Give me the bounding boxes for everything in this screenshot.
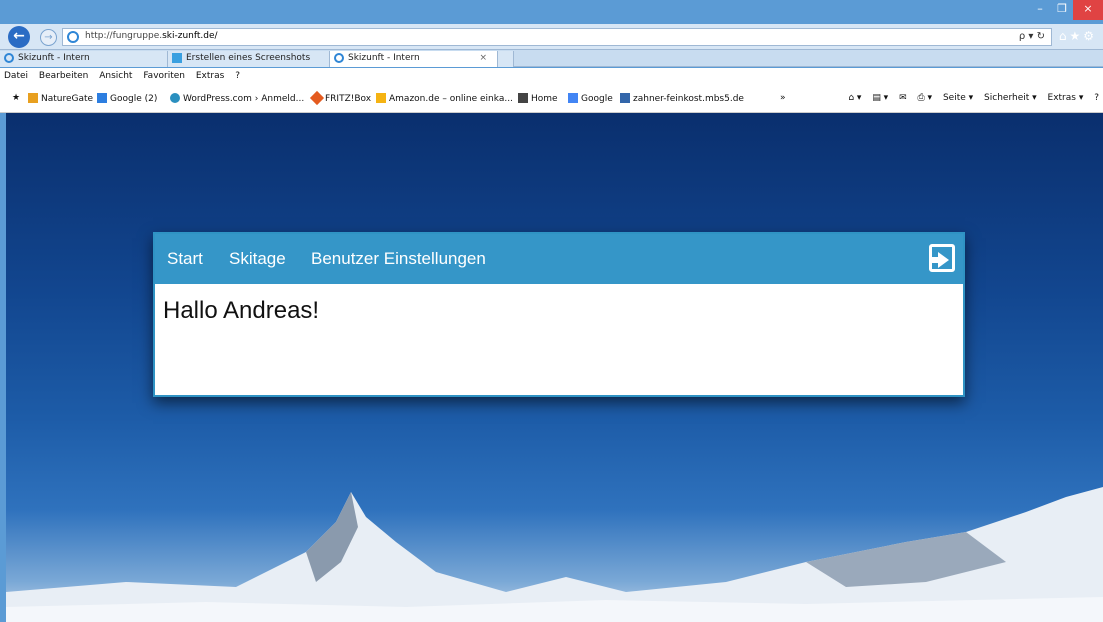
window-controls: – ❐ ×	[1029, 0, 1103, 20]
app-navbar: Start Skitage Benutzer Einstellungen	[155, 234, 963, 284]
menu-datei[interactable]: Datei	[4, 71, 28, 81]
fav-google2[interactable]: Google (2)	[97, 93, 157, 104]
ie-tab-icon	[334, 53, 344, 63]
fav-wordpress[interactable]: WordPress.com › Anmeld...	[170, 93, 304, 104]
menu-bearbeiten[interactable]: Bearbeiten	[39, 71, 88, 81]
close-window-button[interactable]: ×	[1073, 0, 1103, 20]
back-arrow-icon[interactable]: ←	[8, 26, 30, 48]
app-panel: Start Skitage Benutzer Einstellungen Hal…	[153, 232, 965, 397]
favorites-overflow[interactable]: »	[780, 93, 786, 103]
url-text: http://fungruppe.ski-zunft.de/	[85, 31, 218, 41]
search-refresh-icons[interactable]: ρ ▾ ↻	[1019, 31, 1045, 42]
mountain-illustration	[6, 487, 1103, 622]
tab-skizunft-active[interactable]: Skizunft - Intern ×	[330, 51, 498, 67]
home-star-gear-icons[interactable]: ⌂★⚙	[1059, 29, 1097, 43]
menu-favoriten[interactable]: Favoriten	[143, 71, 185, 81]
forward-arrow-icon[interactable]: →	[40, 29, 57, 46]
ie-logo-icon	[67, 31, 79, 43]
favorites-bar: ★ NatureGate Google (2) WordPress.com › …	[0, 85, 1103, 113]
help-icon[interactable]: ?	[1094, 93, 1099, 103]
fav-fritzbox[interactable]: FRITZ!Box	[309, 90, 371, 106]
mail-icon[interactable]: ✉	[899, 93, 907, 103]
tab-label: Skizunft - Intern	[348, 53, 420, 63]
address-toolbar: ← → http://fungruppe.ski-zunft.de/ ρ ▾ ↻…	[0, 24, 1103, 50]
menu-help[interactable]: ?	[235, 71, 240, 81]
nav-skitage[interactable]: Skitage	[229, 249, 286, 269]
logout-arrow-head	[938, 252, 949, 268]
nav-benutzer-einstellungen[interactable]: Benutzer Einstellungen	[311, 249, 486, 269]
fav-amazon[interactable]: Amazon.de – online einka...	[376, 93, 513, 104]
cmd-seite[interactable]: Seite ▾	[943, 93, 973, 103]
menu-bar: Datei Bearbeiten Ansicht Favoriten Extra…	[0, 68, 1103, 85]
menu-extras[interactable]: Extras	[196, 71, 224, 81]
nav-start[interactable]: Start	[167, 249, 203, 269]
cmd-extras[interactable]: Extras ▾	[1048, 93, 1084, 103]
windows-tab-icon	[172, 53, 182, 63]
feeds-icon[interactable]: ▤ ▾	[872, 93, 888, 103]
minimize-button[interactable]: –	[1029, 0, 1051, 20]
address-bar[interactable]: http://fungruppe.ski-zunft.de/ ρ ▾ ↻	[62, 28, 1052, 46]
fav-zahner[interactable]: zahner-feinkost.mbs5.de	[620, 93, 744, 104]
logout-icon[interactable]	[929, 244, 955, 272]
home-icon[interactable]: ⌂ ▾	[848, 93, 861, 103]
tab-label: Skizunft - Intern	[18, 53, 90, 63]
cmd-sicherheit[interactable]: Sicherheit ▾	[984, 93, 1037, 103]
tab-label: Erstellen eines Screenshots	[186, 53, 311, 63]
close-tab-icon[interactable]: ×	[479, 51, 487, 66]
fav-home[interactable]: Home	[518, 93, 558, 104]
command-bar: ⌂ ▾ ▤ ▾ ✉ ⎙ ▾ Seite ▾ Sicherheit ▾ Extra…	[840, 93, 1099, 103]
fav-naturegate[interactable]: NatureGate	[28, 93, 93, 104]
tab-skizunft-1[interactable]: Skizunft - Intern	[0, 51, 168, 67]
greeting-heading: Hallo Andreas!	[163, 297, 320, 324]
restore-button[interactable]: ❐	[1051, 0, 1073, 20]
print-icon[interactable]: ⎙ ▾	[918, 93, 933, 103]
tab-bar: Skizunft - Intern Erstellen eines Screen…	[0, 50, 1103, 67]
menu-ansicht[interactable]: Ansicht	[99, 71, 132, 81]
page-background: Start Skitage Benutzer Einstellungen Hal…	[6, 113, 1103, 622]
ie-tab-icon	[4, 53, 14, 63]
window-titlebar: – ❐ ×	[0, 0, 1103, 26]
new-tab-button[interactable]	[498, 51, 514, 67]
tab-screenshot[interactable]: Erstellen eines Screenshots	[168, 51, 330, 67]
favorites-star-icon[interactable]: ★	[12, 93, 20, 103]
fav-google[interactable]: Google	[568, 93, 613, 104]
